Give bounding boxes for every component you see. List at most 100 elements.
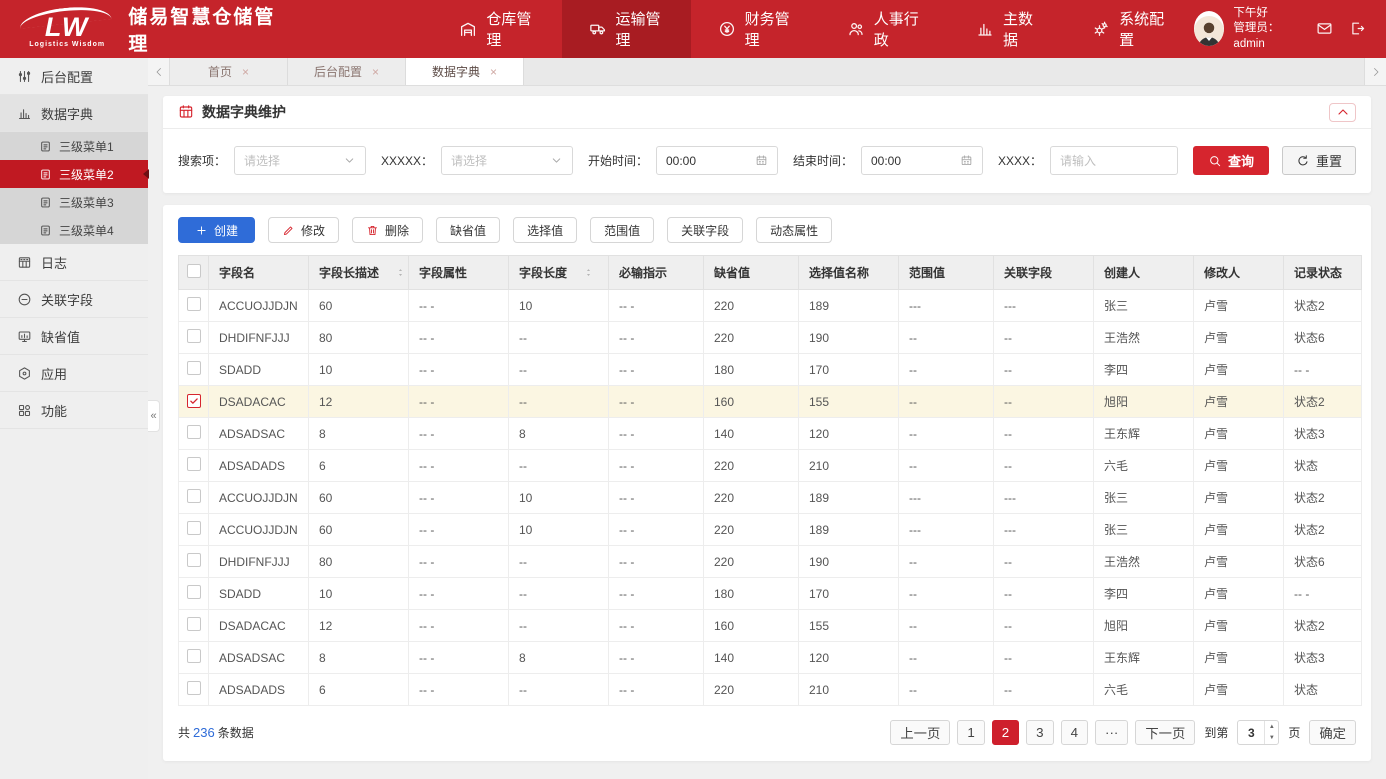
prev-page-button[interactable]: 上一页 <box>890 720 950 745</box>
row-select-cell <box>179 642 209 674</box>
toolbar-button[interactable]: 缺省值 <box>436 217 500 243</box>
toolbar-button[interactable]: 范围值 <box>590 217 654 243</box>
select-all-checkbox[interactable] <box>187 264 201 278</box>
page-number-button[interactable]: 3 <box>1026 720 1053 745</box>
table-row[interactable]: SDADD10-- ----- -180170----李四卢雪-- - <box>179 354 1362 386</box>
table-row[interactable]: DHDIFNFJJJ80-- ----- -220190----王浩然卢雪状态6 <box>179 546 1362 578</box>
table-cell: 张三 <box>1094 290 1194 322</box>
page-number-button[interactable]: 4 <box>1061 720 1088 745</box>
sidebar-subitem[interactable]: 三级菜单2 <box>0 160 148 188</box>
sort-icon[interactable] <box>395 267 406 278</box>
user-avatar[interactable] <box>1194 11 1224 46</box>
table-header-cell: 修改人 <box>1194 256 1284 290</box>
top-nav-item[interactable]: 运输管理 <box>562 0 691 58</box>
mail-icon[interactable] <box>1316 20 1333 37</box>
row-checkbox[interactable] <box>187 457 201 471</box>
sidebar-item[interactable]: 数据字典 <box>0 95 148 132</box>
tab[interactable]: 数据字典× <box>406 58 524 85</box>
truck-icon <box>589 20 607 38</box>
sidebar-item[interactable]: 后台配置 <box>0 58 148 95</box>
top-nav-item[interactable]: 主数据 <box>949 0 1065 58</box>
table-row[interactable]: ACCUOJJDJN60-- -10-- -220189------张三卢雪状态… <box>179 514 1362 546</box>
row-checkbox[interactable] <box>187 329 201 343</box>
row-checkbox[interactable] <box>187 425 201 439</box>
filter-time-input[interactable]: 00:00 <box>861 146 983 175</box>
toolbar-button[interactable]: 动态属性 <box>756 217 832 243</box>
tab-scroll-left-button[interactable] <box>148 58 170 85</box>
tab-scroll-right-button[interactable] <box>1364 58 1386 85</box>
sidebar-subitem[interactable]: 三级菜单4 <box>0 216 148 244</box>
warehouse-icon <box>459 20 477 38</box>
row-checkbox[interactable] <box>187 553 201 567</box>
row-checkbox[interactable] <box>187 681 201 695</box>
reset-button[interactable]: 重置 <box>1282 146 1356 175</box>
table-row[interactable]: ADSADSAC8-- -8-- -140120----王东辉卢雪状态3 <box>179 642 1362 674</box>
tab[interactable]: 后台配置× <box>288 58 406 85</box>
panel-collapse-button[interactable] <box>1329 103 1356 122</box>
table-header-cell: 创建人 <box>1094 256 1194 290</box>
table-row[interactable]: ADSADADS6-- ----- -220210----六毛卢雪状态 <box>179 674 1362 706</box>
toolbar-button[interactable]: 选择值 <box>513 217 577 243</box>
spinner-up-icon[interactable]: ▲ <box>1265 721 1278 733</box>
row-checkbox[interactable] <box>187 297 201 311</box>
toolbar-button[interactable]: 关联字段 <box>667 217 743 243</box>
row-checkbox[interactable] <box>187 489 201 503</box>
top-nav-item[interactable]: 财务管理 <box>691 0 820 58</box>
sidebar-subitem[interactable]: 三级菜单3 <box>0 188 148 216</box>
table-cell: 状态2 <box>1284 290 1362 322</box>
tab-close-icon[interactable]: × <box>372 65 379 79</box>
sidebar-item[interactable]: 日志 <box>0 244 148 281</box>
spinner-down-icon[interactable]: ▼ <box>1265 733 1278 745</box>
top-nav-item[interactable]: 仓库管理 <box>432 0 561 58</box>
bar-chart-icon <box>17 106 32 121</box>
sort-icon[interactable] <box>583 267 594 278</box>
logout-icon[interactable] <box>1349 20 1366 37</box>
filter-text-input[interactable] <box>1050 146 1178 175</box>
table-header-cell[interactable]: 字段长描述 <box>309 256 409 290</box>
user-menu[interactable]: 下午好 管理员：admin <box>1194 6 1300 53</box>
sidebar-item[interactable]: 缺省值 <box>0 318 148 355</box>
table-row[interactable]: ADSADSAC8-- -8-- -140120----王东辉卢雪状态3 <box>179 418 1362 450</box>
toolbar-button[interactable]: 创建 <box>178 217 255 243</box>
row-checkbox[interactable] <box>187 521 201 535</box>
confirm-page-button[interactable]: 确定 <box>1309 720 1356 745</box>
row-checkbox[interactable] <box>187 617 201 631</box>
table-row[interactable]: SDADD10-- ----- -180170----李四卢雪-- - <box>179 578 1362 610</box>
filter-time-input[interactable]: 00:00 <box>656 146 778 175</box>
row-checkbox[interactable] <box>187 649 201 663</box>
page-ellipsis-button[interactable]: ··· <box>1095 720 1128 745</box>
query-button[interactable]: 查询 <box>1193 146 1269 175</box>
table-row[interactable]: ACCUOJJDJN60-- -10-- -220189------张三卢雪状态… <box>179 482 1362 514</box>
table-row[interactable]: DSADACAC12-- ----- -160155----旭阳卢雪状态2 <box>179 610 1362 642</box>
table-cell: 状态2 <box>1284 386 1362 418</box>
sidebar-item[interactable]: 关联字段 <box>0 281 148 318</box>
sidebar-item[interactable]: 应用 <box>0 355 148 392</box>
table-row[interactable]: DHDIFNFJJJ80-- ----- -220190----王浩然卢雪状态6 <box>179 322 1362 354</box>
toolbar-button-label: 关联字段 <box>681 222 729 239</box>
top-nav-item[interactable]: 系统配置 <box>1065 0 1194 58</box>
toolbar-button[interactable]: 修改 <box>268 217 339 243</box>
toolbar-button[interactable]: 删除 <box>352 217 423 243</box>
next-page-button[interactable]: 下一页 <box>1135 720 1195 745</box>
filter-select[interactable]: 请选择 <box>441 146 573 175</box>
table-row[interactable]: DSADACAC12-- ----- -160155----旭阳卢雪状态2 <box>179 386 1362 418</box>
sidebar-item[interactable]: 功能 <box>0 392 148 429</box>
row-checkbox[interactable] <box>187 585 201 599</box>
top-nav-item[interactable]: 人事行政 <box>820 0 949 58</box>
table-row[interactable]: ADSADADS6-- ----- -220210----六毛卢雪状态 <box>179 450 1362 482</box>
tab-close-icon[interactable]: × <box>490 65 497 79</box>
table-header-cell[interactable]: 字段长度 <box>509 256 609 290</box>
monitor-icon <box>17 329 32 344</box>
tab-close-icon[interactable]: × <box>242 65 249 79</box>
row-checkbox[interactable] <box>187 394 201 408</box>
tab[interactable]: 首页× <box>170 58 288 85</box>
table-cell: 状态3 <box>1284 642 1362 674</box>
filter-select[interactable]: 请选择 <box>234 146 366 175</box>
sidebar-subitem[interactable]: 三级菜单1 <box>0 132 148 160</box>
sidebar-collapse-handle[interactable]: « <box>148 400 160 432</box>
page-number-button[interactable]: 1 <box>957 720 984 745</box>
page-number-button[interactable]: 2 <box>992 720 1019 745</box>
table-row[interactable]: ACCUOJJDJN60-- -10-- -220189------张三卢雪状态… <box>179 290 1362 322</box>
row-checkbox[interactable] <box>187 361 201 375</box>
jump-page-input[interactable]: 3▲▼ <box>1237 720 1279 745</box>
